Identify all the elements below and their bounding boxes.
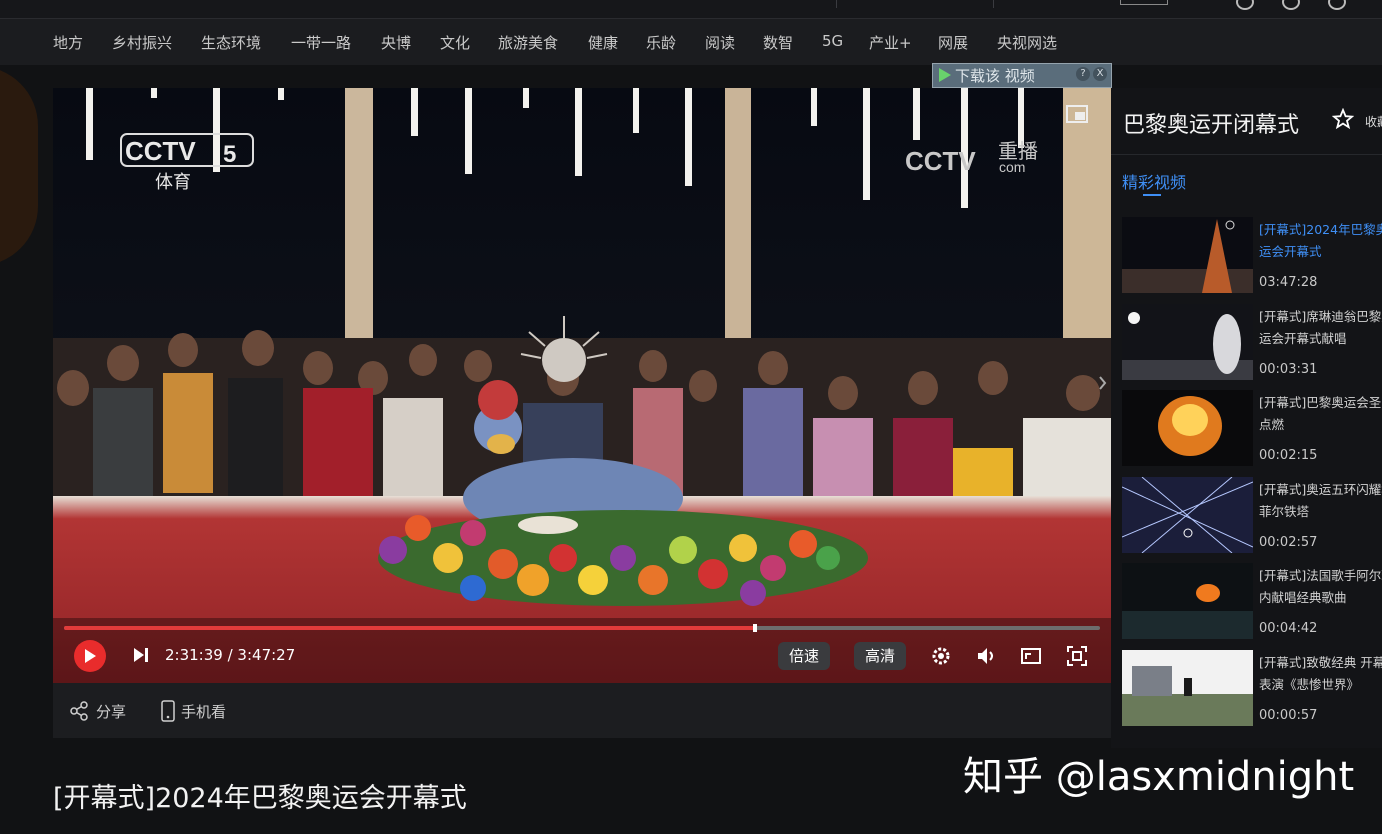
- page-title: [开幕式]2024年巴黎奥运会开幕式: [53, 783, 467, 814]
- tab-featured-videos[interactable]: 精彩视频: [1122, 169, 1186, 193]
- top-header-strip: [0, 0, 1382, 19]
- playlist-item[interactable]: [开幕式]巴黎奥运会圣火点燃 00:02:15: [1122, 390, 1382, 466]
- playlist-item-title: [开幕式]奥运五环闪耀埃菲尔铁塔: [1259, 482, 1382, 519]
- widescreen-button[interactable]: [1020, 645, 1042, 667]
- progress-bar[interactable]: [64, 624, 1100, 632]
- playlist-item-duration: 03:47:28: [1259, 275, 1318, 290]
- nav-item-health[interactable]: 健康: [588, 32, 618, 53]
- video-thumbnail: [1122, 217, 1253, 293]
- nav-item-travel-food[interactable]: 旅游美食: [498, 32, 558, 53]
- svg-text:CCTV: CCTV: [905, 146, 976, 176]
- svg-text:CCTV: CCTV: [125, 136, 196, 166]
- gear-icon: [932, 647, 950, 665]
- playlist-item-duration: 00:04:42: [1259, 621, 1318, 636]
- nav-item-culture[interactable]: 文化: [440, 32, 470, 53]
- playlist-item-title: [开幕式]席琳迪翁巴黎奥运会开幕式献唱: [1259, 309, 1382, 346]
- playlist-item-title: [开幕式]2024年巴黎奥运会开幕式: [1259, 222, 1382, 259]
- playlist-item[interactable]: [开幕式]席琳迪翁巴黎奥运会开幕式献唱 00:03:31: [1122, 304, 1382, 380]
- nav-item-digital[interactable]: 数智: [763, 32, 793, 53]
- playlist-item-title: [开幕式]法国歌手阿尔玛内献唱经典歌曲: [1259, 568, 1382, 605]
- star-icon[interactable]: [1332, 108, 1354, 130]
- play-pause-button[interactable]: [74, 640, 106, 672]
- nav-item-shop[interactable]: 央视网选: [997, 32, 1057, 53]
- svg-text:重播: 重播: [998, 139, 1038, 163]
- favorite-button[interactable]: 收藏: [1365, 113, 1382, 130]
- volume-icon: [978, 648, 993, 664]
- widescreen-icon: [1021, 648, 1041, 664]
- skip-next-icon: [134, 648, 148, 662]
- page-decoration: [0, 66, 38, 266]
- nav-item-belt-road[interactable]: 一带一路: [291, 32, 351, 53]
- video-thumbnail: [1122, 304, 1253, 380]
- download-label[interactable]: 下载该 视频: [955, 65, 1035, 86]
- playlist-item-duration: 00:00:57: [1259, 708, 1318, 723]
- total-time: 3:47:27: [237, 646, 296, 664]
- svg-text:体育: 体育: [155, 172, 191, 193]
- nav-item-industry[interactable]: 产业+: [869, 32, 912, 53]
- tab-active-indicator: [1143, 194, 1161, 196]
- divider: [1111, 154, 1382, 155]
- nav-item-rural[interactable]: 乡村振兴: [112, 32, 172, 53]
- progress-handle[interactable]: [753, 624, 757, 632]
- nav-item-reading[interactable]: 阅读: [705, 32, 735, 53]
- download-video-bar[interactable]: 下载该 视频 ? X: [932, 63, 1112, 88]
- header-divider: [993, 0, 994, 8]
- settings-button[interactable]: [930, 645, 952, 667]
- playlist-item-duration: 00:02:15: [1259, 448, 1318, 463]
- share-icon[interactable]: [69, 701, 89, 721]
- header-divider: [836, 0, 837, 8]
- download-arrow-icon: [939, 68, 951, 82]
- nav-item-exhibition[interactable]: 网展: [938, 32, 968, 53]
- playlist-item-title: [开幕式]致敬经典 开幕式表演《悲惨世界》: [1259, 655, 1382, 692]
- nav-item-senior[interactable]: 乐龄: [646, 32, 676, 53]
- playlist-item-title: [开幕式]巴黎奥运会圣火点燃: [1259, 395, 1382, 432]
- video-thumbnail: [1122, 563, 1253, 639]
- header-button[interactable]: [1120, 0, 1168, 5]
- nav-item-5g[interactable]: 5G: [822, 32, 843, 50]
- video-player[interactable]: CCTV 5 体育 CCTV com 重播: [53, 88, 1111, 683]
- zhihu-watermark: 知乎 @lasxmidnight: [963, 754, 1355, 800]
- help-icon[interactable]: ?: [1076, 67, 1090, 81]
- history-icon[interactable]: [1236, 0, 1254, 10]
- chevron-right-icon[interactable]: [1099, 376, 1107, 390]
- time-separator: /: [222, 646, 238, 664]
- progress-fill: [64, 626, 755, 630]
- svg-text:5: 5: [223, 141, 236, 168]
- playlist-title: 巴黎奥运开闭幕式: [1123, 113, 1300, 138]
- volume-button[interactable]: [976, 645, 998, 667]
- video-thumbnail: [1122, 477, 1253, 553]
- video-action-bar: 分享 手机看: [53, 683, 1111, 738]
- speed-button[interactable]: 倍速: [778, 642, 831, 670]
- quality-button[interactable]: 高清: [854, 642, 907, 670]
- player-logo-icon: [85, 649, 96, 663]
- share-button[interactable]: 分享: [96, 701, 126, 722]
- fullscreen-button[interactable]: [1066, 645, 1088, 667]
- playlist-item-duration: 00:02:57: [1259, 535, 1318, 550]
- playlist-sidebar: 巴黎奥运开闭幕式 收藏 精彩视频 [开幕式]2024年巴黎奥运会开幕式 03:4…: [1111, 88, 1382, 748]
- playlist-item-duration: 00:03:31: [1259, 362, 1318, 377]
- nav-item-ecology[interactable]: 生态环境: [201, 32, 261, 53]
- next-button[interactable]: [131, 646, 151, 664]
- watch-on-mobile-button[interactable]: 手机看: [181, 701, 226, 722]
- user-icon[interactable]: [1328, 0, 1346, 10]
- current-time: 2:31:39: [165, 646, 223, 664]
- mobile-phone-icon[interactable]: [159, 700, 177, 722]
- playlist-item[interactable]: [开幕式]法国歌手阿尔玛内献唱经典歌曲 00:04:42: [1122, 563, 1382, 639]
- nav-item-local[interactable]: 地方: [53, 32, 83, 53]
- playlist-item[interactable]: [开幕式]致敬经典 开幕式表演《悲惨世界》 00:00:57: [1122, 650, 1382, 726]
- channel-nav: 地方 乡村振兴 生态环境 一带一路 央博 文化 旅游美食 健康 乐龄 阅读 数智…: [0, 19, 1382, 65]
- nav-item-yangbo[interactable]: 央博: [381, 32, 411, 53]
- video-frame: CCTV 5 体育 CCTV com 重播: [53, 88, 1111, 683]
- video-thumbnail: [1122, 390, 1253, 466]
- fullscreen-icon: [1067, 646, 1087, 666]
- video-thumbnail: [1122, 650, 1253, 726]
- close-icon[interactable]: X: [1093, 67, 1107, 81]
- search-icon[interactable]: [1282, 0, 1300, 10]
- playlist-item[interactable]: [开幕式]2024年巴黎奥运会开幕式 03:47:28: [1122, 217, 1382, 293]
- time-display: 2:31:39 / 3:47:27: [165, 646, 295, 664]
- playlist-item[interactable]: [开幕式]奥运五环闪耀埃菲尔铁塔 00:02:57: [1122, 477, 1382, 553]
